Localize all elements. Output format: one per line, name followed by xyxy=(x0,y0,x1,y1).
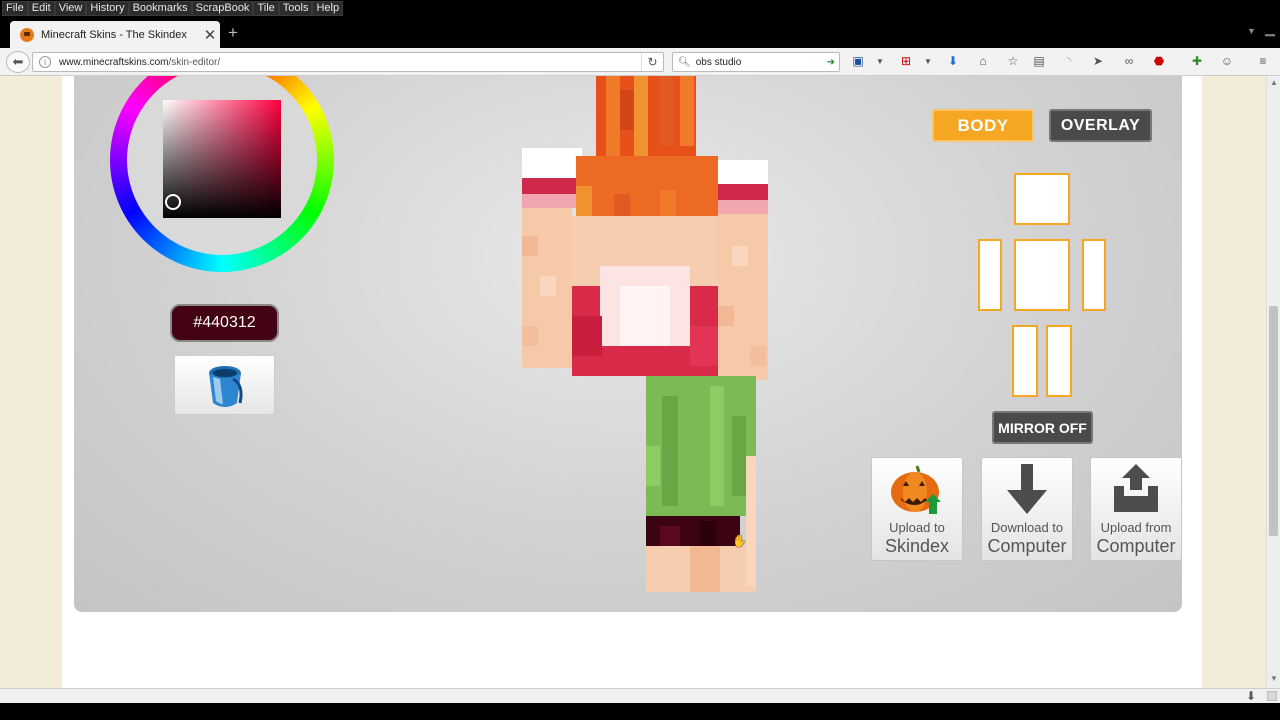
upload-to-skindex-small-label: Upload to xyxy=(889,520,945,535)
upload-to-skindex-button[interactable]: Upload to Skindex xyxy=(871,457,963,561)
upload-from-computer-big-label: Computer xyxy=(1096,536,1176,556)
right-leg-part-toggle[interactable] xyxy=(1012,325,1038,397)
download-to-computer-big-label: Computer xyxy=(987,536,1067,556)
tab-strip: Minecraft Skins - The Skindex ✕ + ▼ ▁ xyxy=(0,17,1280,48)
upload-from-computer-button[interactable]: Upload from Computer xyxy=(1090,457,1182,561)
menu-edit[interactable]: Edit xyxy=(27,1,55,16)
pumpkin-favicon-icon xyxy=(20,27,34,42)
link-icon[interactable]: ∞ xyxy=(1120,54,1138,68)
skin-3d-preview[interactable] xyxy=(510,76,780,612)
bookmarks-menu-icon[interactable]: ▤ xyxy=(1030,54,1048,68)
upload-box-icon xyxy=(1114,464,1158,512)
menu-file[interactable]: File xyxy=(2,1,28,16)
left-arm-part-toggle[interactable] xyxy=(1082,239,1106,311)
upload-from-computer-small-label: Upload from xyxy=(1100,520,1172,535)
tab-list-chevron-icon[interactable]: ▼ xyxy=(1247,26,1256,36)
paint-bucket-button[interactable] xyxy=(174,355,275,415)
right-arm-part-toggle[interactable] xyxy=(978,239,1002,311)
hand-cursor-icon: ✋ xyxy=(732,534,747,548)
addon-icon[interactable]: ⊞ xyxy=(897,54,915,68)
home-icon[interactable]: ⌂ xyxy=(974,54,992,68)
content-column: #440312 BODY OVERLAY MIRROR OFF Upload t… xyxy=(62,76,1202,688)
torso-part-toggle[interactable] xyxy=(1014,239,1070,311)
head-part-toggle[interactable] xyxy=(1014,173,1070,225)
send-icon[interactable]: ➤ xyxy=(1089,54,1107,68)
screen-bottom-border xyxy=(0,703,1280,720)
search-bar[interactable]: 🔍︎ obs studio ➜ xyxy=(672,52,840,72)
chat-icon[interactable]: ☺ xyxy=(1218,54,1236,68)
window-minimize-icon[interactable]: ▁ xyxy=(1265,21,1275,37)
upload-to-skindex-big-label: Skindex xyxy=(884,536,950,556)
paint-bucket-icon xyxy=(208,366,243,407)
tab-skindex[interactable]: Minecraft Skins - The Skindex ✕ xyxy=(10,21,220,48)
menu-bar: File Edit View History Bookmarks ScrapBo… xyxy=(0,0,1280,17)
new-tab-icon[interactable]: + xyxy=(228,23,238,43)
tab-title: Minecraft Skins - The Skindex xyxy=(41,28,187,41)
hamburger-menu-icon[interactable]: ≡ xyxy=(1254,54,1272,68)
search-go-icon[interactable]: ➜ xyxy=(827,57,835,68)
addon-menu-chevron-icon[interactable]: ▼ xyxy=(919,57,937,66)
back-button[interactable]: ⬅ xyxy=(6,51,30,73)
resize-grip[interactable] xyxy=(1267,691,1277,701)
search-input[interactable]: obs studio xyxy=(696,57,827,68)
menu-scrapbook[interactable]: ScrapBook xyxy=(191,1,254,16)
menu-view[interactable]: View xyxy=(54,1,87,16)
menu-help[interactable]: Help xyxy=(312,1,344,16)
menu-tools[interactable]: Tools xyxy=(278,1,313,16)
download-to-computer-button[interactable]: Download to Computer xyxy=(981,457,1073,561)
download-arrow-icon xyxy=(1007,464,1047,514)
bookmark-star-icon[interactable]: ☆ xyxy=(1004,54,1022,68)
adblock-icon[interactable]: ⬣ xyxy=(1150,54,1168,68)
url-bar[interactable]: i www.minecraftskins.com/skin-editor/ ↻ xyxy=(32,52,664,72)
save-page-icon[interactable]: ▣ xyxy=(849,54,867,68)
pumpkin-upload-icon xyxy=(891,465,941,514)
url-host: www.minecraftskins.com xyxy=(59,56,169,68)
mirror-toggle-button[interactable]: MIRROR OFF xyxy=(992,411,1093,444)
body-tab-button[interactable]: BODY xyxy=(932,109,1034,142)
url-text[interactable]: www.minecraftskins.com/skin-editor/ xyxy=(59,57,641,68)
download-status-icon[interactable]: ⬇ xyxy=(1246,689,1256,703)
scroll-up-arrow-icon[interactable]: ▲ xyxy=(1270,78,1278,87)
scroll-down-arrow-icon[interactable]: ▼ xyxy=(1270,674,1278,683)
reload-icon[interactable]: ↻ xyxy=(641,53,663,71)
skin-editor-panel: #440312 BODY OVERLAY MIRROR OFF Upload t… xyxy=(74,76,1182,612)
hex-color-display[interactable]: #440312 xyxy=(170,304,279,342)
puzzle-icon[interactable]: ✚ xyxy=(1188,54,1206,68)
scrollbar-thumb[interactable] xyxy=(1269,306,1278,536)
menu-bookmarks[interactable]: Bookmarks xyxy=(128,1,192,16)
status-bar: ⬇ xyxy=(0,688,1280,703)
menu-history[interactable]: History xyxy=(86,1,129,16)
close-tab-icon[interactable]: ✕ xyxy=(200,26,220,44)
save-menu-chevron-icon[interactable]: ▼ xyxy=(871,57,889,66)
download-to-computer-small-label: Download to xyxy=(990,520,1064,535)
info-icon[interactable]: i xyxy=(39,56,51,68)
search-icon: 🔍︎ xyxy=(678,56,691,68)
back-arrow-icon: ⬅ xyxy=(12,54,24,69)
vertical-scrollbar[interactable]: ▲ ▼ xyxy=(1266,76,1280,688)
downloads-icon[interactable]: ⬇ xyxy=(944,54,962,68)
navigation-bar: ⬅ i www.minecraftskins.com/skin-editor/ … xyxy=(0,48,1280,76)
overlay-tab-button[interactable]: OVERLAY xyxy=(1049,109,1152,142)
left-leg-part-toggle[interactable] xyxy=(1046,325,1072,397)
url-path: /skin-editor/ xyxy=(168,56,221,68)
page-viewport: #440312 BODY OVERLAY MIRROR OFF Upload t… xyxy=(0,76,1266,688)
menu-tile[interactable]: Tile xyxy=(253,1,279,16)
color-picker-handle[interactable] xyxy=(165,194,181,210)
rss-icon[interactable]: ◝ xyxy=(1060,54,1078,68)
